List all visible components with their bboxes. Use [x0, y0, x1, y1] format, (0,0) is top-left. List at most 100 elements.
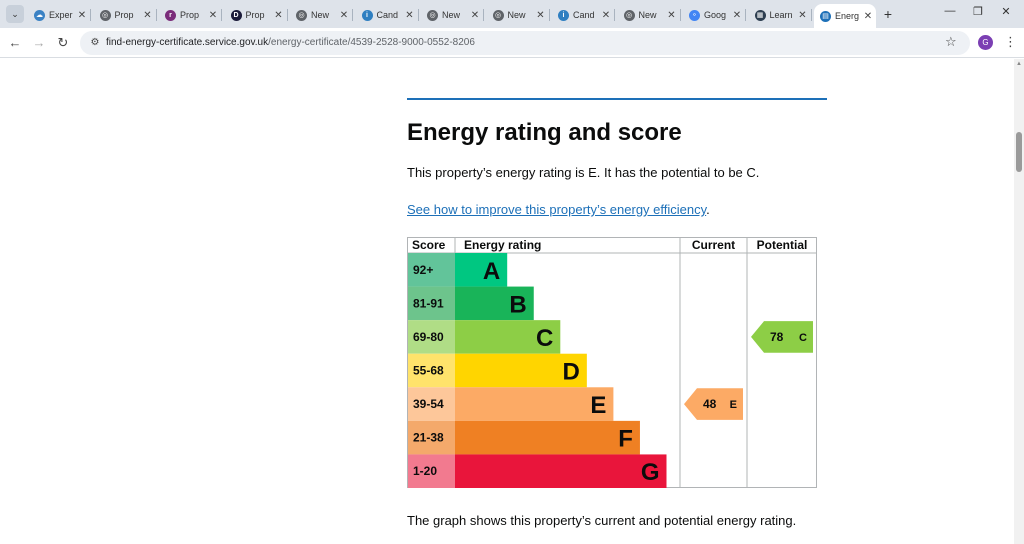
band-score: 81-91	[413, 296, 444, 310]
back-arrow-icon[interactable]: ←	[7, 35, 23, 51]
browser-tab[interactable]: ▦ Learn ✕	[749, 4, 812, 26]
profile-avatar[interactable]: G	[978, 35, 993, 50]
page-title: Energy rating and score	[407, 119, 682, 146]
band-score: 39-54	[413, 397, 444, 411]
url-host: find-energy-certificate.service.gov.uk	[106, 37, 269, 48]
tab-separator	[417, 9, 419, 21]
tab-favicon-icon: D	[230, 9, 242, 21]
reload-icon[interactable]: ↻	[55, 35, 71, 51]
band-letter: B	[509, 291, 526, 318]
scroll-up-arrow-icon[interactable]: ▲	[1016, 61, 1022, 67]
tab-favicon-icon: i	[361, 9, 373, 21]
forward-arrow-icon[interactable]: →	[31, 35, 47, 51]
rating-bar	[455, 454, 667, 488]
tab-favicon-icon: ◎	[99, 9, 111, 21]
graph-description: The graph shows this property’s current …	[407, 513, 797, 528]
improve-paragraph: See how to improve this property’s energ…	[407, 202, 710, 217]
tab-separator	[352, 9, 353, 21]
tab-title: Energ	[835, 11, 860, 21]
tab-separator	[483, 9, 484, 21]
tab-close-icon[interactable]: ✕	[469, 10, 481, 21]
tab-close-icon[interactable]: ✕	[207, 10, 219, 21]
browser-tab[interactable]: ◎ New ✕	[290, 4, 353, 26]
band-letter: F	[618, 426, 633, 453]
current-rating-letter: E	[730, 399, 737, 411]
address-bar[interactable]: ⚙ find-energy-certificate.service.gov.uk…	[80, 31, 970, 55]
tab-title: Prop	[180, 10, 200, 20]
tab-close-icon[interactable]: ✕	[862, 11, 874, 22]
tab-close-icon[interactable]: ✕	[273, 10, 285, 21]
tab-close-icon[interactable]: ✕	[142, 10, 154, 21]
browser-tab[interactable]: ◎ Prop ✕	[94, 4, 157, 26]
tab-favicon-icon: ◎	[427, 9, 438, 21]
band-score: 21-38	[413, 431, 444, 445]
tab-close-icon[interactable]: ✕	[731, 10, 743, 21]
improve-efficiency-link[interactable]: See how to improve this property’s energ…	[407, 202, 706, 217]
browser-tab[interactable]: ◎ New ✕	[618, 4, 681, 26]
tab-favicon-icon: r	[165, 9, 176, 21]
tab-separator	[614, 9, 615, 21]
more-menu-icon[interactable]: ⋮	[1004, 34, 1017, 50]
tab-title: Cand	[376, 10, 399, 20]
site-settings-icon[interactable]: ⚙	[88, 36, 102, 50]
bookmark-star-icon[interactable]: ☆	[945, 34, 957, 50]
tab-title: New	[311, 10, 330, 20]
tab-title: New	[442, 10, 461, 20]
browser-tab[interactable]: ◎ New ✕	[421, 4, 484, 26]
new-tab-plus-icon[interactable]: +	[880, 6, 896, 22]
tab-close-icon[interactable]: ✕	[338, 10, 350, 21]
tab-favicon-icon: ◎	[492, 9, 504, 21]
tab-close-icon[interactable]: ✕	[404, 10, 416, 21]
tab-title: Exper	[49, 10, 73, 20]
scroll-thumb[interactable]	[1016, 132, 1022, 172]
browser-tab[interactable]: i Cand ✕	[552, 4, 615, 26]
tab-favicon-icon: ◎	[296, 9, 307, 21]
energy-rating-svg: Score Energy rating Current Potential 92+ A 81…	[407, 237, 817, 488]
tab-close-icon[interactable]: ✕	[797, 10, 809, 21]
tab-favicon-icon: ☁	[34, 9, 45, 21]
browser-tab[interactable]: ▤ Energ ✕	[814, 4, 876, 28]
tab-close-icon[interactable]: ✕	[535, 10, 547, 21]
tab-separator	[90, 9, 91, 21]
band-score: 69-80	[413, 330, 444, 344]
tab-title: Prop	[245, 10, 265, 20]
browser-tab[interactable]: ⚬ Goog ✕	[683, 4, 746, 26]
potential-rating-score: 78	[770, 330, 784, 344]
minimize-icon[interactable]: —	[942, 5, 958, 17]
header-potential: Potential	[757, 238, 808, 252]
browser-tab[interactable]: ◎ New ✕	[487, 4, 550, 26]
tab-separator	[286, 9, 288, 21]
tab-favicon-icon: i	[558, 9, 569, 21]
close-window-icon[interactable]: ✕	[998, 5, 1014, 18]
page-scrollbar[interactable]: ▲	[1014, 59, 1024, 544]
browser-tab[interactable]: i Cand ✕	[356, 4, 419, 26]
tab-search-chevron-down-icon[interactable]: ⌄	[6, 5, 24, 23]
tab-separator	[548, 9, 550, 21]
restore-icon[interactable]: ❐	[970, 5, 986, 18]
band-letter: G	[641, 459, 660, 486]
band-score: 92+	[413, 263, 433, 277]
potential-rating-letter: C	[799, 332, 807, 344]
rating-summary: This property’s energy rating is E. It h…	[407, 165, 760, 180]
tab-favicon-icon: ▦	[754, 9, 766, 21]
tab-favicon-icon: ◎	[623, 9, 635, 21]
url-text[interactable]: find-energy-certificate.service.gov.uk/e…	[106, 37, 475, 48]
header-current: Current	[692, 238, 735, 252]
tab-separator	[810, 9, 812, 21]
band-letter: A	[483, 258, 500, 285]
tab-close-icon[interactable]: ✕	[76, 10, 88, 21]
tab-close-icon[interactable]: ✕	[666, 10, 678, 21]
page-content: Energy rating and score This property’s …	[0, 59, 1014, 544]
browser-tab[interactable]: D Prop ✕	[225, 4, 288, 26]
url-path: /energy-certificate/4539-2528-9000-0552-…	[268, 37, 475, 48]
browser-tab[interactable]: ☁ Exper ✕	[28, 4, 91, 26]
band-letter: C	[536, 325, 553, 352]
section-divider	[407, 98, 827, 100]
tab-title: Goog	[704, 10, 727, 20]
tab-title: Prop	[114, 10, 134, 20]
tab-separator	[679, 9, 681, 21]
band-letter: D	[563, 359, 580, 386]
tab-close-icon[interactable]: ✕	[600, 10, 612, 21]
browser-tab[interactable]: r Prop ✕	[159, 4, 222, 26]
header-energy-rating: Energy rating	[464, 238, 541, 252]
